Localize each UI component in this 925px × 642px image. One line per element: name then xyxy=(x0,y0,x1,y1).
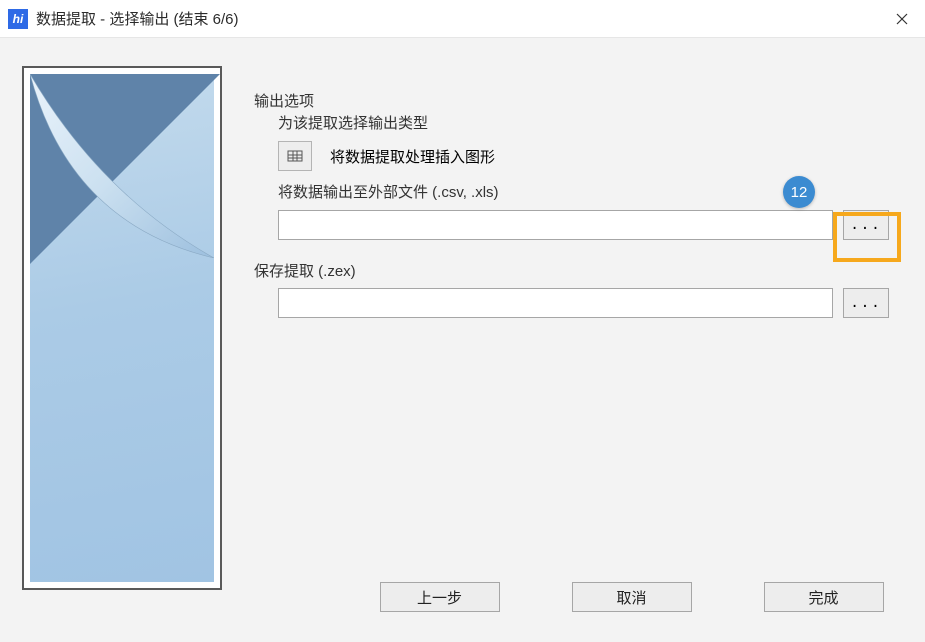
close-button[interactable] xyxy=(879,0,925,38)
finish-button-label: 完成 xyxy=(808,587,838,608)
ellipsis-icon: ... xyxy=(850,295,881,311)
external-output-row: ... xyxy=(278,210,889,240)
finish-button[interactable]: 完成 xyxy=(764,582,884,612)
table-insert-icon xyxy=(287,148,303,164)
output-options-subtitle: 为该提取选择输出类型 xyxy=(278,112,889,133)
save-extract-group: 保存提取 (.zex) ... xyxy=(254,270,903,334)
save-extract-title: 保存提取 (.zex) xyxy=(254,260,360,281)
preview-fold-icon xyxy=(30,74,214,258)
right-pane: 输出选项 为该提取选择输出类型 将数据提取处理插入 xyxy=(254,66,903,622)
cancel-button[interactable]: 取消 xyxy=(572,582,692,612)
output-options-title: 输出选项 xyxy=(254,90,318,111)
back-button[interactable]: 上一步 xyxy=(380,582,500,612)
cancel-button-label: 取消 xyxy=(616,587,646,608)
titlebar: hi 数据提取 - 选择输出 (结束 6/6) xyxy=(0,0,925,38)
columns: 输出选项 为该提取选择输出类型 将数据提取处理插入 xyxy=(22,66,903,622)
step-hint-badge: 12 xyxy=(783,176,815,208)
preview-panel xyxy=(22,66,222,590)
step-hint-number: 12 xyxy=(791,184,808,201)
ellipsis-icon: ... xyxy=(850,217,881,233)
wizard-buttons: 上一步 取消 完成 xyxy=(260,582,903,612)
app-icon-glyph: hi xyxy=(13,12,24,26)
app-icon: hi xyxy=(8,9,28,29)
insert-to-drawing-button[interactable] xyxy=(278,141,312,171)
dialog-window: hi 数据提取 - 选择输出 (结束 6/6) xyxy=(0,0,925,642)
save-extract-input[interactable] xyxy=(278,288,833,318)
window-title: 数据提取 - 选择输出 (结束 6/6) xyxy=(36,8,239,29)
save-extract-browse-button[interactable]: ... xyxy=(843,288,889,318)
insert-to-drawing-row: 将数据提取处理插入图形 xyxy=(278,141,889,171)
save-extract-row: ... xyxy=(278,288,889,318)
insert-to-drawing-label: 将数据提取处理插入图形 xyxy=(330,146,495,167)
close-icon xyxy=(896,13,908,25)
external-output-browse-button[interactable]: ... xyxy=(843,210,889,240)
dialog-body: 输出选项 为该提取选择输出类型 将数据提取处理插入 xyxy=(0,38,925,642)
external-output-input[interactable] xyxy=(278,210,833,240)
back-button-label: 上一步 xyxy=(417,587,462,608)
